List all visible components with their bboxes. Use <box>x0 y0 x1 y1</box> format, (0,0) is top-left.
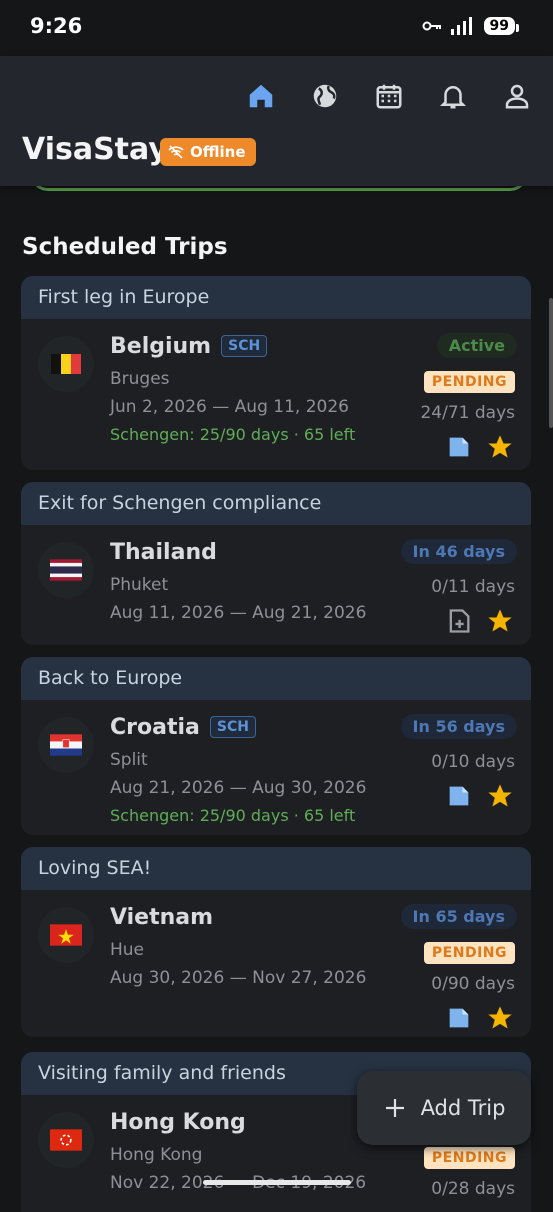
trip-city: Bruges <box>110 369 170 389</box>
home-icon[interactable] <box>243 78 279 114</box>
trip-group-title: Back to Europe <box>21 657 531 700</box>
trip-day-count: 24/71 days <box>420 403 515 423</box>
schengen-status: Schengen: 25/90 days · 65 left <box>110 425 356 444</box>
trip-country: Vietnam <box>110 905 214 930</box>
pending-badge: PENDING <box>423 1147 515 1169</box>
trip-card[interactable]: Loving SEA! Vietnam Hue Aug 30, 2026 — N… <box>21 847 531 1037</box>
trip-city: Hue <box>110 940 145 960</box>
trip-country: Thailand <box>110 540 217 565</box>
trip-city: Phuket <box>110 575 169 595</box>
status-badge: In 46 days <box>400 539 517 564</box>
status-badge: Active <box>436 333 517 358</box>
star-icon[interactable] <box>486 607 514 639</box>
offline-label: Offline <box>190 143 246 161</box>
trip-city: Split <box>110 750 148 770</box>
schengen-badge: SCH <box>209 716 256 738</box>
wifi-off-icon <box>168 145 184 159</box>
signal-icon <box>450 17 472 35</box>
app-bar: VisaStay Offline <box>0 56 553 186</box>
add-document-icon[interactable] <box>445 607 473 639</box>
section-title: Scheduled Trips <box>22 234 228 260</box>
document-icon[interactable] <box>445 782 473 814</box>
status-badge: In 65 days <box>400 904 517 929</box>
trip-dates: Aug 11, 2026 — Aug 21, 2026 <box>110 603 367 623</box>
battery-indicator: 99 <box>483 17 520 35</box>
offline-badge: Offline <box>160 138 256 166</box>
document-icon[interactable] <box>445 433 473 465</box>
trip-card[interactable]: Exit for Schengen compliance Thailand Ph… <box>21 482 531 645</box>
app-title: VisaStay <box>22 132 168 167</box>
flag-thailand-icon <box>38 542 94 598</box>
status-badge: In 56 days <box>400 714 517 739</box>
add-trip-label: Add Trip <box>420 1096 506 1120</box>
trip-group-title: First leg in Europe <box>21 276 531 319</box>
system-icons: 99 <box>422 16 520 36</box>
flag-vietnam-icon <box>38 907 94 963</box>
status-time: 9:26 <box>30 14 83 38</box>
trip-dates: Aug 30, 2026 — Nov 27, 2026 <box>110 968 367 988</box>
home-indicator <box>203 1180 351 1185</box>
schengen-status: Schengen: 25/90 days · 65 left <box>110 806 356 825</box>
trip-group-title: Exit for Schengen compliance <box>21 482 531 525</box>
person-icon[interactable] <box>499 78 535 114</box>
trip-day-count: 0/90 days <box>431 974 515 994</box>
trip-country: Croatia SCH <box>110 715 256 740</box>
trip-day-count: 0/11 days <box>431 577 515 597</box>
globe-icon[interactable] <box>307 78 343 114</box>
star-icon[interactable] <box>486 782 514 814</box>
trip-card[interactable]: First leg in Europe Belgium SCH Bruges Ju… <box>21 276 531 470</box>
bell-icon[interactable] <box>435 78 471 114</box>
top-nav <box>243 78 535 114</box>
star-icon[interactable] <box>486 433 514 465</box>
pending-badge: PENDING <box>423 371 515 393</box>
trip-dates: Aug 21, 2026 — Aug 30, 2026 <box>110 778 367 798</box>
trip-city: Hong Kong <box>110 1145 203 1165</box>
trip-country: Belgium SCH <box>110 334 268 359</box>
scrollbar[interactable] <box>549 298 553 428</box>
trip-day-count: 0/10 days <box>431 752 515 772</box>
vpn-key-icon <box>422 21 441 31</box>
trip-day-count: 0/28 days <box>431 1179 515 1199</box>
flag-belgium-icon <box>38 336 94 392</box>
flag-croatia-icon <box>38 717 94 773</box>
plus-icon <box>385 1099 404 1117</box>
add-trip-button[interactable]: Add Trip <box>357 1071 531 1145</box>
trip-card[interactable]: Back to Europe Croatia SCH Split Aug 21, … <box>21 657 531 835</box>
trip-country: Hong Kong <box>110 1110 246 1135</box>
schengen-badge: SCH <box>221 335 268 357</box>
trip-dates: Jun 2, 2026 — Aug 11, 2026 <box>110 397 349 417</box>
flag-hong-kong-icon <box>38 1112 94 1168</box>
trip-group-title: Loving SEA! <box>21 847 531 890</box>
status-bar: 9:26 99 <box>0 0 553 56</box>
document-icon[interactable] <box>445 1004 473 1036</box>
pending-badge: PENDING <box>423 942 515 964</box>
star-icon[interactable] <box>486 1004 514 1036</box>
calendar-icon[interactable] <box>371 78 407 114</box>
